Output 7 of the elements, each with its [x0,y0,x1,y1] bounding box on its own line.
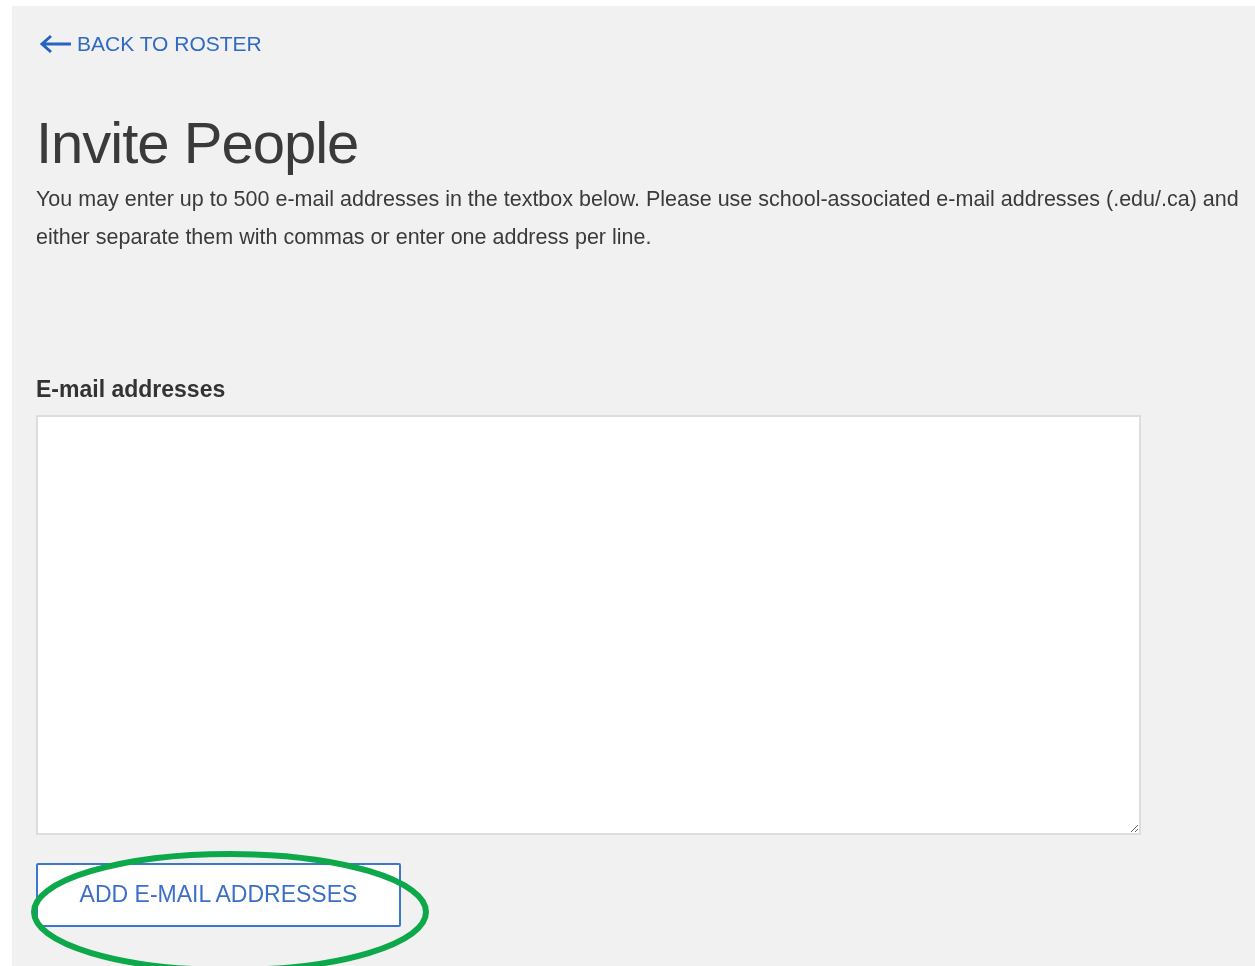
input-field[interactable] [36,414,1141,835]
field-label: E-mail addresses [36,375,227,403]
arrow-left-icon [39,34,73,54]
page-title: Invite People [36,109,360,177]
add-button[interactable]: ADD E-MAIL ADDRESSES [36,862,401,927]
description-text: You may enter up to 500 e-mail addresses in the textbox below. Please use school-associated e-mail addresses (.edu/.ca) and either separate them with commas or enter one address per line. [36,185,1240,251]
back-link[interactable]: BACK TO ROSTER [39,32,262,56]
